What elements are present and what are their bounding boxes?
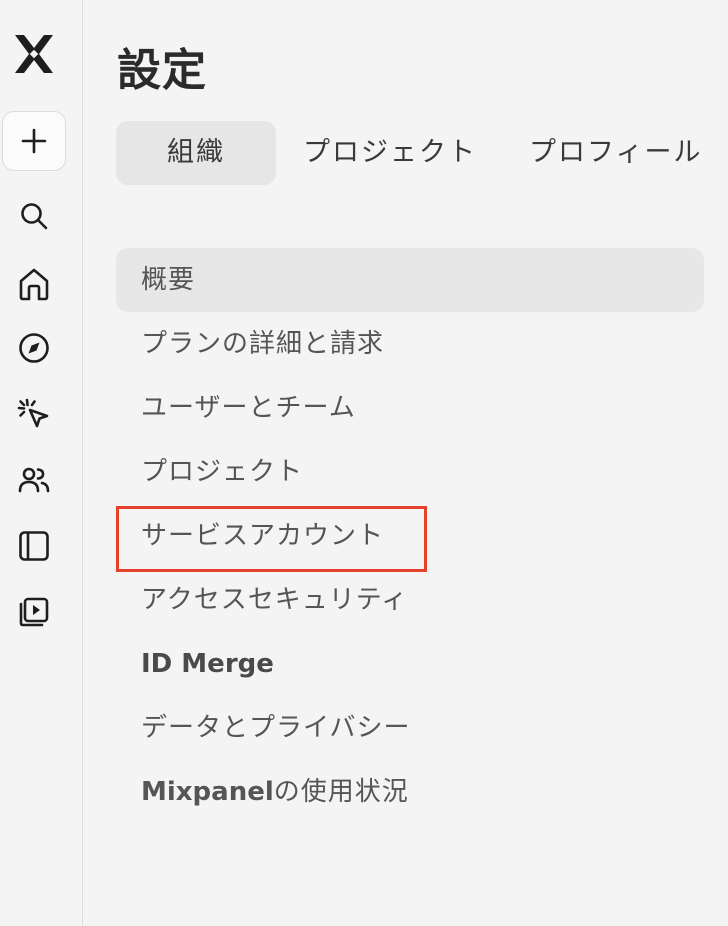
plus-icon — [21, 128, 47, 154]
home-button[interactable] — [14, 264, 54, 304]
usage-brand-text: Mixpanel — [141, 777, 274, 807]
menu-item-overview[interactable]: 概要 — [116, 248, 704, 312]
menu-item-usage[interactable]: Mixpanelの使用状況 — [116, 760, 704, 824]
menu-item-label: サービスアカウント — [141, 521, 385, 551]
page-title: 設定 — [117, 45, 207, 96]
search-button[interactable] — [14, 196, 54, 236]
video-library-icon — [19, 597, 49, 627]
menu-item-service-accounts[interactable]: サービスアカウント — [116, 504, 704, 572]
tab-project[interactable]: プロジェクト — [278, 121, 502, 185]
nav-rail — [0, 0, 83, 926]
search-icon — [21, 203, 48, 230]
tab-profile[interactable]: プロフィール — [504, 121, 727, 185]
tab-organization[interactable]: 組織 — [116, 121, 276, 185]
session-replay-button[interactable] — [14, 592, 54, 632]
users-icon — [18, 467, 50, 493]
menu-item-access-security[interactable]: アクセスセキュリティ — [116, 568, 704, 632]
settings-tabs: 組織 プロジェクト プロフィール — [116, 121, 727, 185]
boards-button[interactable] — [14, 526, 54, 566]
menu-item-data-privacy[interactable]: データとプライバシー — [116, 696, 704, 760]
autocapture-button[interactable] — [14, 394, 54, 434]
usage-suffix-text: の使用状況 — [273, 777, 409, 807]
usage-label: Mixpanelの使用状況 — [141, 777, 409, 807]
create-button[interactable] — [2, 111, 66, 171]
mixpanel-logo[interactable] — [10, 30, 58, 78]
settings-main: 設定 組織 プロジェクト プロフィール 概要 プランの詳細と請求 ユーザーとチー… — [83, 0, 728, 926]
menu-item-id-merge[interactable]: ID Merge — [116, 632, 704, 696]
compass-icon — [19, 333, 49, 363]
menu-item-projects[interactable]: プロジェクト — [116, 440, 704, 504]
settings-menu: 概要 プランの詳細と請求 ユーザーとチーム プロジェクト サービスアカウント ア… — [116, 248, 704, 824]
menu-item-users-teams[interactable]: ユーザーとチーム — [116, 376, 704, 440]
sidebar-panel-icon — [19, 531, 49, 561]
users-button[interactable] — [14, 460, 54, 500]
menu-item-plan-billing[interactable]: プランの詳細と請求 — [116, 312, 704, 376]
sparkle-cursor-icon — [17, 398, 49, 428]
home-icon — [19, 268, 49, 301]
discover-button[interactable] — [14, 328, 54, 368]
